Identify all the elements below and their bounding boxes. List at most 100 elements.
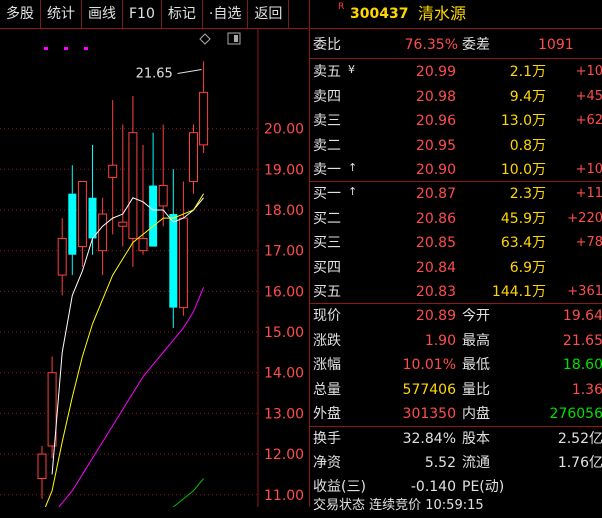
- buy-change: +220: [567, 210, 602, 226]
- weibi-value: 76.35%: [404, 37, 458, 53]
- trade-status-row: 交易状态 连续竞价 10:59:15: [310, 494, 602, 518]
- toolbar-button-0[interactable]: 多股: [0, 0, 41, 28]
- fin-value: 5.52: [424, 455, 456, 471]
- buy-price: 20.83: [415, 284, 456, 300]
- diamond-icon: [199, 33, 211, 45]
- buy-row-4[interactable]: 买五 20.83 144.1万 +361: [310, 280, 602, 304]
- stat-value: 577406: [402, 381, 456, 398]
- fin-row-1: 净资 5.52 流通 1.76亿: [310, 451, 602, 475]
- sell-row-0[interactable]: 卖五 ¥20.99 2.1万 +10: [310, 60, 602, 84]
- buy-row-1[interactable]: 买二 20.86 45.9万 +220: [310, 207, 602, 231]
- weibi-label: 委比: [313, 37, 341, 53]
- buy-row-2[interactable]: 买三 20.85 63.4万 +78: [310, 231, 602, 255]
- margin-badge: R: [338, 2, 345, 12]
- stat-label-2: 内盘: [462, 406, 490, 422]
- stat-value: 1.90: [424, 332, 456, 349]
- stat-value: 20.89: [415, 308, 456, 324]
- buy-volume: 144.1万: [491, 284, 546, 300]
- stock-code[interactable]: 300437: [350, 0, 408, 28]
- high-marker-line: [177, 68, 202, 74]
- buy-change: +361: [567, 284, 602, 299]
- stat-value-2: 18.60: [562, 357, 602, 373]
- sell-price: 20.96: [415, 113, 456, 129]
- sell-volume: 13.0万: [500, 113, 546, 129]
- toolbar-button-3[interactable]: F10: [123, 0, 162, 28]
- stat-row-3: 总量 577406 量比 1.36: [310, 378, 602, 402]
- sell-volume: 9.4万: [509, 88, 546, 105]
- buy-price: 20.84: [415, 259, 456, 276]
- fin-value-2: 1.76亿: [557, 455, 602, 471]
- toolbar-button-4[interactable]: 标记: [162, 0, 203, 28]
- sell-price: 20.95: [415, 137, 456, 154]
- chart-toolbar: 多股 统计 画线 F10 标记 ·自选 返回: [0, 0, 308, 29]
- legend-dot-0: [44, 47, 48, 50]
- sell-change: +10: [575, 162, 602, 177]
- sell-row-4[interactable]: 卖一 ↑ 20.90 10.0万 +10: [310, 158, 602, 182]
- candle-body: [37, 453, 47, 480]
- toolbar-button-2[interactable]: 画线: [82, 0, 123, 28]
- stat-label-2: 今开: [462, 308, 490, 324]
- price-axis-label: 14.00: [264, 366, 304, 382]
- kline-chart[interactable]: 20.00 19.00 18.00 17.00 16.00 15.00 14.00 13.00…: [0, 29, 308, 507]
- buy-change: +11: [575, 186, 602, 201]
- fin-value-2: 2.52亿: [557, 431, 602, 447]
- price-axis-label: 19.00: [264, 162, 304, 178]
- stat-label-2: 最低: [462, 357, 490, 373]
- buy-change: +78: [575, 235, 602, 250]
- buy-row-0[interactable]: 买一 ↑ 20.87 2.3万 +11: [310, 182, 602, 206]
- toolbar-button-6[interactable]: 返回: [248, 0, 290, 28]
- sell-row-2[interactable]: 卖三 20.96 13.0万 +62: [310, 109, 602, 133]
- stock-name[interactable]: 清水源: [418, 0, 466, 28]
- price-axis-label: 11.00: [264, 488, 304, 504]
- legend-dot-2: [84, 47, 88, 50]
- stat-row-2: 涨幅 10.01% 最低 18.60: [310, 353, 602, 377]
- trade-status-text: 交易状态 连续竞价 10:59:15: [313, 498, 484, 513]
- sell-row-3[interactable]: 卖二 20.95 0.8万: [310, 134, 602, 158]
- buy-volume: 63.4万: [500, 235, 546, 251]
- stat-label-2: 最高: [462, 332, 490, 349]
- buy-row-3[interactable]: 买四 20.84 6.9万: [310, 256, 602, 280]
- stock-header: R 300437 清水源: [310, 0, 602, 29]
- sell-level-label: 卖三: [313, 113, 341, 129]
- fin-row-0: 换手 32.84% 股本 2.52亿: [310, 427, 602, 451]
- buy-price: 20.87: [415, 186, 456, 202]
- buy-price: 20.85: [415, 235, 456, 251]
- candle-body: [169, 214, 178, 308]
- candle-body: [128, 132, 138, 239]
- sell-change: +62: [575, 113, 602, 128]
- sell-level-label: 卖五: [313, 64, 341, 80]
- sell-row-1[interactable]: 卖四 20.98 9.4万 +45: [310, 85, 602, 109]
- candle-body: [57, 237, 67, 276]
- fin-value: 32.84%: [402, 431, 456, 447]
- buy-price: 20.86: [415, 210, 456, 227]
- high-marker-label: 21.65: [136, 66, 173, 81]
- candle-body: [138, 237, 148, 252]
- stat-row-0: 现价 20.89 今开 19.64: [310, 304, 602, 328]
- toolbar-button-1[interactable]: 统计: [41, 0, 82, 28]
- buy-level-label: 买五: [313, 284, 341, 300]
- candle-body: [88, 197, 97, 239]
- stat-value-2: 1.36: [571, 381, 602, 398]
- candle-body: [98, 213, 108, 252]
- sell-level-label: 卖一: [313, 162, 341, 178]
- buy-volume: 2.3万: [509, 186, 546, 202]
- stat-label: 现价: [313, 308, 341, 324]
- fin-label-2: 流通: [462, 455, 490, 471]
- sell-price: 20.98: [415, 88, 456, 105]
- stat-label: 涨跌: [313, 332, 341, 349]
- sell-change: +45: [575, 88, 602, 104]
- price-axis-label: 12.00: [264, 447, 304, 463]
- buy-volume: 45.9万: [500, 210, 546, 227]
- ma-line-magenta: [58, 287, 205, 507]
- fin-label-2: 股本: [462, 431, 490, 447]
- quote-panel: R 300437 清水源 委比 76.35% 委差 1091 卖五 ¥20.99 2…: [309, 0, 602, 513]
- buy-mark-icon: ↑: [348, 185, 358, 198]
- price-axis-label: 18.00: [264, 203, 304, 219]
- toolbar-button-5[interactable]: ·自选: [203, 0, 249, 28]
- buy-volume: 6.9万: [509, 259, 546, 276]
- buy-level-label: 买二: [313, 210, 341, 227]
- fin-label: 换手: [313, 431, 341, 447]
- price-axis-label: 15.00: [264, 325, 304, 341]
- fin-label: 净资: [313, 455, 341, 471]
- window-icon-fill: [234, 35, 238, 42]
